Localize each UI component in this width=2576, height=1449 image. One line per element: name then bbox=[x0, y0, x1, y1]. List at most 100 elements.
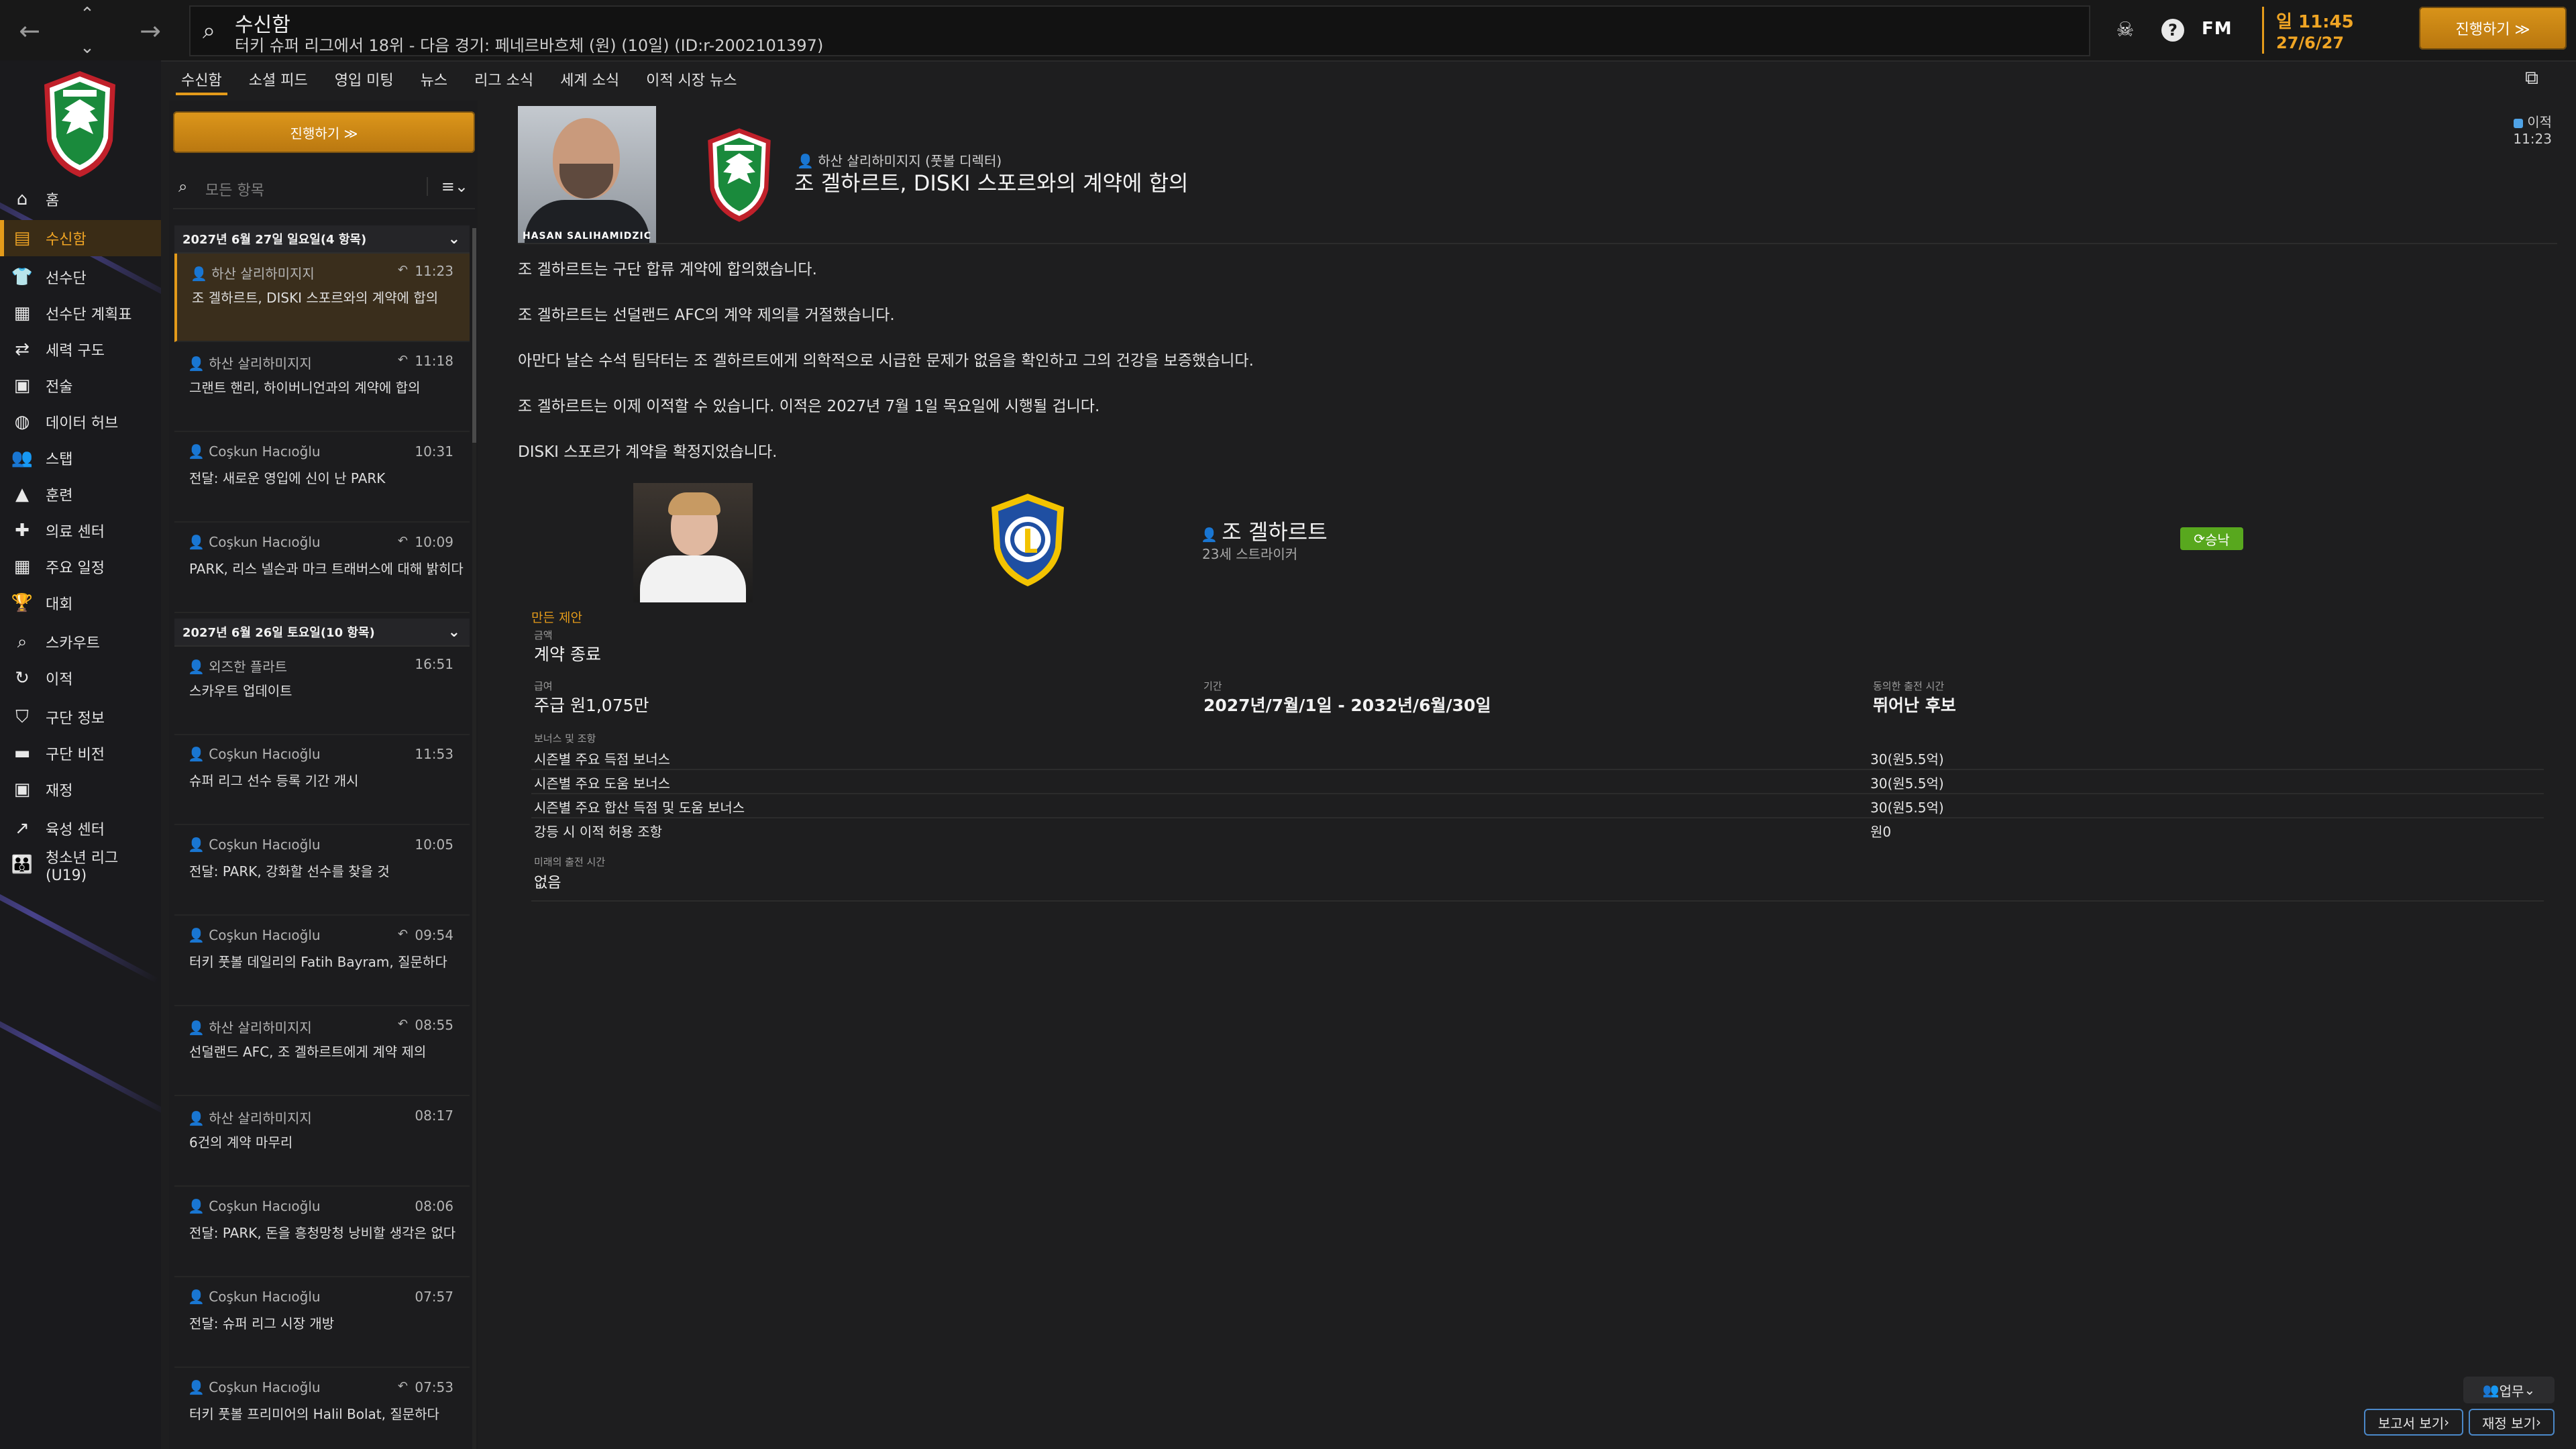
list-item[interactable]: 👤 Coşkun Hacıoğlu ↶ 09:54 터키 풋볼 데일리의 Fat… bbox=[174, 918, 470, 1006]
message-paragraph: DISKI 스포르가 계약을 확정지었습니다. bbox=[518, 443, 777, 461]
staff-icon: 👥 bbox=[11, 448, 34, 468]
sidebar-item-club-info[interactable]: ⛉ 구단 정보 bbox=[0, 699, 161, 735]
current-time: 일 11:45 bbox=[2276, 12, 2354, 32]
tab-inbox[interactable]: 수신함 bbox=[168, 62, 235, 97]
message-sender: 👤 Coşkun Hacıoğlu bbox=[188, 1289, 321, 1305]
sidebar-item-training[interactable]: ▲ 훈련 bbox=[0, 476, 161, 513]
list-item[interactable]: 👤 Coşkun Hacıoğlu 10:05 전달: PARK, 강화할 선수… bbox=[174, 827, 470, 916]
period-value: 2027년/7월/1일 - 2032년/6월/30일 bbox=[1203, 696, 1491, 715]
message-subject: 조 겔하르트, DISKI 스포르와의 계약에 합의 bbox=[192, 290, 439, 306]
tab-news[interactable]: 뉴스 bbox=[407, 62, 461, 97]
sidebar-item-development[interactable]: ↗ 육성 센터 bbox=[0, 810, 161, 847]
continue-button[interactable]: 진행하기 ≫ bbox=[173, 111, 475, 153]
message-subject: 전달: PARK, 돈을 흥청망청 낭비할 생각은 없다 bbox=[189, 1225, 456, 1241]
sidebar-item-label: 홈 bbox=[46, 193, 60, 209]
tab-recruitment-meeting[interactable]: 영입 미팅 bbox=[321, 62, 407, 97]
chevron-down-icon[interactable]: ⌄ bbox=[448, 624, 460, 641]
inbox-filter[interactable]: ⌕ 모든 항목 ≡⌄ bbox=[173, 168, 475, 209]
tab-transfer-news[interactable]: 이적 시장 뉴스 bbox=[633, 62, 750, 97]
list-item[interactable]: 👤 하산 살리하미지지 ↶ 08:55 선덜랜드 AFC, 조 겔하르트에게 계… bbox=[174, 1008, 470, 1096]
list-item[interactable]: 👤 Coşkun Hacıoğlu ↶ 07:53 터키 풋볼 프리미어의 Ha… bbox=[174, 1370, 470, 1449]
chevron-down-icon[interactable]: ⌄ bbox=[448, 231, 460, 248]
message-subject: 그랜트 핸리, 하이버니언과의 계약에 합의 bbox=[189, 380, 421, 396]
sidebar-item-label: 의료 센터 bbox=[46, 524, 105, 541]
wage-label: 급여 bbox=[534, 680, 553, 692]
sidebar-item-medical[interactable]: ✚ 의료 센터 bbox=[0, 513, 161, 549]
day-header[interactable]: 2027년 6월 27일 일요일(4 항목) ⌄ bbox=[174, 225, 470, 254]
sidebar-item-club-vision[interactable]: ▬ 구단 비전 bbox=[0, 735, 161, 771]
player-photo[interactable] bbox=[633, 483, 753, 602]
sidebar-item-schedule[interactable]: ▦ 주요 일정 bbox=[0, 549, 161, 585]
forward-icon[interactable]: → bbox=[131, 12, 169, 50]
sidebar-item-scouting[interactable]: ⌕ 스카우트 bbox=[0, 624, 161, 660]
sidebar-item-inbox[interactable]: ▤ 수신함 bbox=[0, 220, 161, 256]
sidebar-item-squad[interactable]: 👕 선수단 bbox=[0, 259, 161, 295]
club-crest[interactable] bbox=[986, 491, 1069, 589]
filter-input[interactable]: 모든 항목 bbox=[205, 178, 264, 200]
fm-logo[interactable]: FM bbox=[2202, 19, 2233, 39]
filter-menu-icon[interactable]: ≡⌄ bbox=[426, 177, 468, 196]
tab-world-news[interactable]: 세계 소식 bbox=[547, 62, 633, 97]
sidebar-item-youth-league[interactable]: 👪 청소년 리그 (U19) bbox=[0, 847, 161, 884]
list-item[interactable]: 👤 하산 살리하미지지 ↶ 11:23 조 겔하르트, DISKI 스포르와의 … bbox=[174, 254, 470, 342]
list-item[interactable]: 👤 Coşkun Hacıoğlu 08:06 전달: PARK, 돈을 흥청망… bbox=[174, 1189, 470, 1277]
work-menu-button[interactable]: 👥 업무 ⌄ bbox=[2463, 1377, 2555, 1403]
list-item[interactable]: 👤 외즈한 플라트 16:51 스카우트 업데이트 bbox=[174, 647, 470, 735]
inbox-list: 진행하기 ≫ ⌕ 모든 항목 ≡⌄ 2027년 6월 27일 일요일(4 항목)… bbox=[169, 101, 478, 1449]
message-sender: 👤 Coşkun Hacıoğlu bbox=[188, 534, 321, 550]
sender-photo[interactable]: HASAN SALIHAMIDZIC bbox=[518, 106, 656, 243]
sidebar-item-data-hub[interactable]: ◍ 데이터 허브 bbox=[0, 404, 161, 440]
list-item[interactable]: 👤 Coşkun Hacıoğlu ↶ 10:09 PARK, 리스 넬슨과 마… bbox=[174, 525, 470, 613]
sidebar-item-staff[interactable]: 👥 스탭 bbox=[0, 440, 161, 476]
list-item[interactable]: 👤 Coşkun Hacıoğlu 10:31 전달: 새로운 영입에 신이 난… bbox=[174, 434, 470, 523]
bonus-name: 강등 시 이적 허용 조항 bbox=[534, 824, 663, 840]
home-icon: ⌂ bbox=[16, 189, 28, 209]
data-hub-icon: ◍ bbox=[14, 412, 30, 432]
list-item[interactable]: 👤 하산 살리하미지지 ↶ 11:18 그랜트 핸리, 하이버니언과의 계약에 … bbox=[174, 343, 470, 432]
sidebar-item-competitions[interactable]: 🏆 대회 bbox=[0, 585, 161, 621]
chevron-up-icon[interactable]: ⌃ bbox=[80, 4, 95, 24]
sidebar-item-finances[interactable]: ▣ 재정 bbox=[0, 771, 161, 808]
scrollbar-thumb[interactable] bbox=[472, 228, 476, 443]
sidebar-item-transfers[interactable]: ↻ 이적 bbox=[0, 660, 161, 696]
skull-icon[interactable]: ☠ bbox=[2110, 15, 2140, 44]
person-icon: 👤 bbox=[1201, 527, 1222, 543]
tab-league-news[interactable]: 리그 소식 bbox=[461, 62, 547, 97]
search-icon[interactable]: ⌕ bbox=[203, 17, 215, 44]
history-arrows[interactable]: ⌃ ⌄ bbox=[72, 4, 102, 58]
message-time: 10:09 bbox=[415, 534, 453, 550]
chevron-down-icon[interactable]: ⌄ bbox=[80, 38, 95, 58]
message-paragraph: 조 겔하르트는 구단 합류 계약에 합의했습니다. bbox=[518, 261, 817, 278]
date-time[interactable]: 일 11:45 27/6/27 bbox=[2262, 7, 2398, 54]
club-logo-small[interactable] bbox=[699, 125, 780, 225]
continue-button-top[interactable]: 진행하기 ≫ bbox=[2419, 7, 2567, 50]
list-item[interactable]: 👤 Coşkun Hacıoğlu 11:53 슈퍼 리그 선수 등록 기간 개… bbox=[174, 737, 470, 825]
view-report-button[interactable]: 보고서 보기 › bbox=[2364, 1409, 2463, 1436]
list-item[interactable]: 👤 하산 살리하미지지 08:17 6건의 계약 마무리 bbox=[174, 1098, 470, 1187]
bonus-name: 시즌별 주요 득점 보너스 bbox=[534, 751, 671, 767]
message-tag[interactable]: 이적 11:23 bbox=[2513, 111, 2552, 147]
club-info-icon: ⛉ bbox=[15, 706, 29, 727]
club-logo[interactable] bbox=[36, 67, 123, 181]
sidebar-item-home[interactable]: ⌂ 홈 bbox=[0, 181, 161, 217]
inbox-tabs: 수신함 소셜 피드 영입 미팅 뉴스 리그 소식 세계 소식 이적 시장 뉴스 bbox=[168, 62, 751, 97]
search-bar[interactable]: ⌕ 수신함 터키 슈퍼 리그에서 18위 - 다음 경기: 페네르바흐체 (원)… bbox=[189, 5, 2090, 56]
person-icon: 👤 bbox=[188, 1110, 209, 1126]
transfers-icon: ↻ bbox=[15, 668, 30, 688]
fee-label: 금액 bbox=[534, 629, 553, 641]
reply-icon: ↶ bbox=[397, 534, 408, 548]
view-finances-button[interactable]: 재정 보기 › bbox=[2469, 1409, 2555, 1436]
sidebar-item-squad-planner[interactable]: ▦ 선수단 계획표 bbox=[0, 295, 161, 331]
tab-social-feed[interactable]: 소셜 피드 bbox=[235, 62, 321, 97]
list-item[interactable]: 👤 Coşkun Hacıoğlu 07:57 전달: 슈퍼 리그 시장 개방 bbox=[174, 1279, 470, 1368]
day-header-label: 2027년 6월 27일 일요일(4 항목) bbox=[182, 233, 367, 247]
day-header[interactable]: 2027년 6월 26일 토요일(10 항목) ⌄ bbox=[174, 619, 470, 647]
sidebar-item-dynamics[interactable]: ⇄ 세력 구도 bbox=[0, 331, 161, 368]
layout-icon[interactable]: ⧉ bbox=[2517, 64, 2546, 91]
sidebar-item-label: 스카우트 bbox=[46, 635, 100, 652]
back-icon[interactable]: ← bbox=[11, 12, 48, 50]
help-icon[interactable]: ? bbox=[2161, 19, 2184, 42]
sidebar-item-tactics[interactable]: ▣ 전술 bbox=[0, 368, 161, 404]
sidebar-item-label: 전술 bbox=[46, 379, 73, 396]
bonus-value: 30(원5.5억) bbox=[1870, 800, 1944, 816]
